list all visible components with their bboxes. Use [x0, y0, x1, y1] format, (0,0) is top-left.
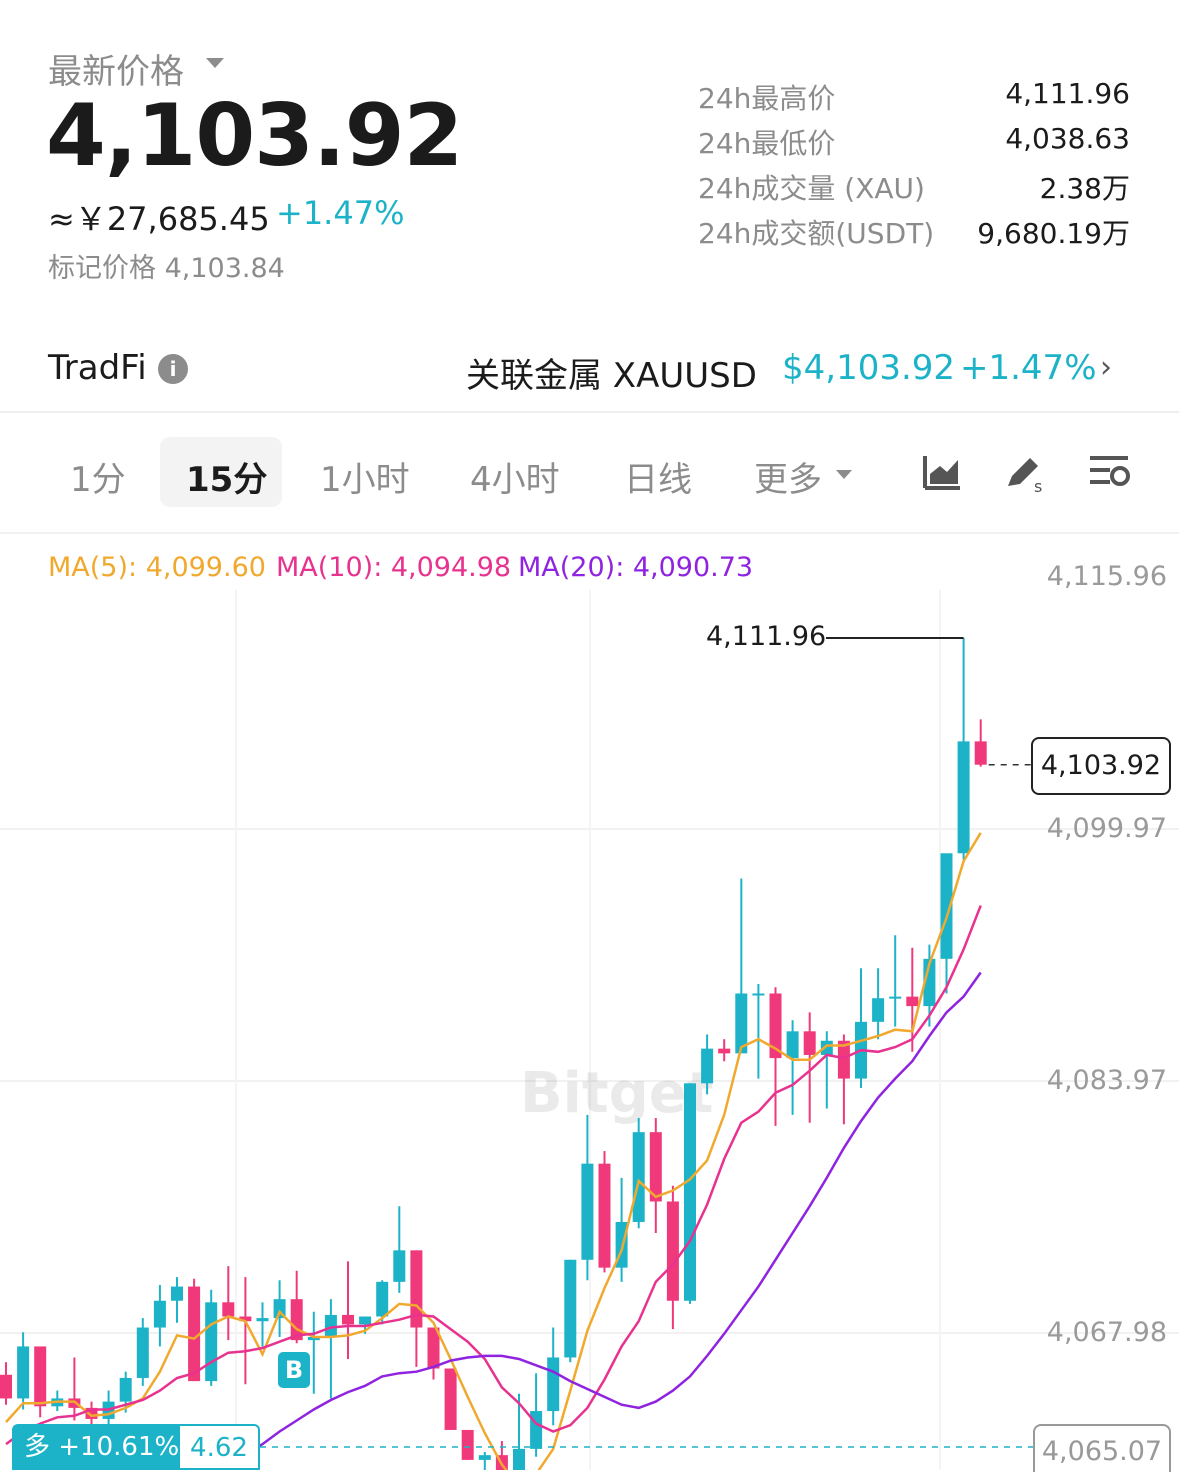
candle-body	[513, 1448, 525, 1470]
candle-body	[0, 1374, 12, 1399]
related-metal-change: +1.47%	[960, 348, 1097, 388]
candle-body	[444, 1368, 457, 1430]
tab-4h[interactable]: 4小时	[470, 452, 560, 501]
candle-body	[701, 1048, 714, 1084]
candle-body	[632, 1132, 645, 1222]
stat-value-volume: 2.38万	[1039, 172, 1130, 205]
candle-body	[256, 1318, 269, 1322]
ma5-label: MA(5): 4,099.60	[48, 552, 266, 583]
candle-body	[153, 1300, 166, 1328]
high-price-label: 4,111.96	[706, 621, 827, 652]
candle-body	[872, 998, 885, 1022]
tab-more[interactable]: 更多	[754, 452, 822, 501]
tab-daily[interactable]: 日线	[624, 452, 692, 501]
tab-15m[interactable]: 15分	[186, 452, 267, 501]
stat-value-turnover: 9,680.19万	[977, 217, 1130, 250]
candle-body	[171, 1286, 183, 1301]
candle-body	[598, 1163, 611, 1268]
mark-price: 标记价格 4,103.84	[48, 253, 285, 284]
stat-label-low: 24h最低价	[698, 127, 836, 160]
candle-body	[119, 1377, 132, 1402]
candle-body	[581, 1163, 594, 1260]
candle-body	[649, 1132, 662, 1202]
y-tick-label: 4,067.98	[1046, 1317, 1167, 1348]
y-tick-label: 4,115.96	[1046, 561, 1167, 592]
ma10-line	[5, 905, 982, 1446]
indicator-settings-icon[interactable]	[1088, 452, 1132, 492]
last-price: 4,103.92	[46, 86, 463, 186]
stat-label-high: 24h最高价	[698, 82, 836, 115]
candle-body	[205, 1302, 218, 1382]
candle-body	[564, 1259, 577, 1358]
stat-value-high: 4,111.96	[1005, 77, 1130, 110]
stat-label-turnover: 24h成交额(USDT)	[698, 217, 935, 250]
divider	[0, 532, 1179, 534]
candle-body	[461, 1429, 474, 1460]
candle-body	[803, 1031, 816, 1055]
candle-body	[684, 1083, 696, 1301]
candle-body	[752, 993, 765, 996]
svg-text:s: s	[1034, 477, 1042, 494]
cny-price: ≈￥27,685.45	[48, 200, 270, 238]
tab-1m[interactable]: 1分	[70, 452, 126, 501]
price-change: +1.47%	[276, 194, 405, 232]
candle-body	[136, 1327, 149, 1378]
candle-body	[376, 1281, 389, 1317]
candle-body	[359, 1316, 372, 1325]
candle-body	[547, 1357, 560, 1412]
ma10-label: MA(10): 4,094.98	[276, 552, 512, 583]
draw-tool-icon[interactable]: s	[1004, 452, 1048, 494]
caret-down-icon[interactable]	[836, 470, 852, 479]
candle-body	[786, 1031, 799, 1059]
candle-body	[17, 1346, 30, 1399]
candle-body	[393, 1250, 406, 1282]
candle-body	[906, 996, 919, 1007]
last-price-tag[interactable]: 4,103.92	[1031, 737, 1171, 795]
divider	[0, 411, 1179, 413]
candlestick-chart[interactable]: Bitget	[0, 590, 1179, 1470]
candle-body	[222, 1302, 235, 1317]
candle-body	[342, 1314, 354, 1325]
candle-body	[974, 741, 987, 765]
position-side-badge[interactable]: 多 +10.61%	[12, 1424, 180, 1470]
candle-body	[889, 996, 902, 999]
tradfi-label: TradFi	[48, 348, 147, 388]
area-chart-icon[interactable]	[922, 452, 962, 492]
ma20-label: MA(20): 4,090.73	[518, 552, 754, 583]
info-icon[interactable]: i	[158, 354, 188, 384]
candle-body	[666, 1201, 679, 1301]
stat-label-volume: 24h成交量 (XAU)	[698, 172, 925, 205]
y-tick-label: 4,099.97	[1046, 813, 1167, 844]
candle-body	[718, 1048, 731, 1054]
position-amount[interactable]: 4.62	[180, 1424, 260, 1470]
candle-body	[957, 741, 970, 854]
chevron-right-icon[interactable]: ›	[1100, 350, 1112, 385]
candle-body	[478, 1455, 491, 1460]
stat-value-low: 4,038.63	[1005, 122, 1130, 155]
related-metal-name[interactable]: 关联金属 XAUUSD	[466, 348, 757, 397]
caret-down-icon[interactable]	[206, 58, 224, 68]
tab-1h[interactable]: 1小时	[320, 452, 410, 501]
related-metal-price: $4,103.92	[782, 348, 956, 388]
candle-body	[34, 1346, 47, 1407]
position-price-tag[interactable]: 4,065.07	[1033, 1424, 1171, 1472]
buy-marker[interactable]: B	[278, 1352, 310, 1388]
y-tick-label: 4,083.97	[1046, 1065, 1167, 1096]
